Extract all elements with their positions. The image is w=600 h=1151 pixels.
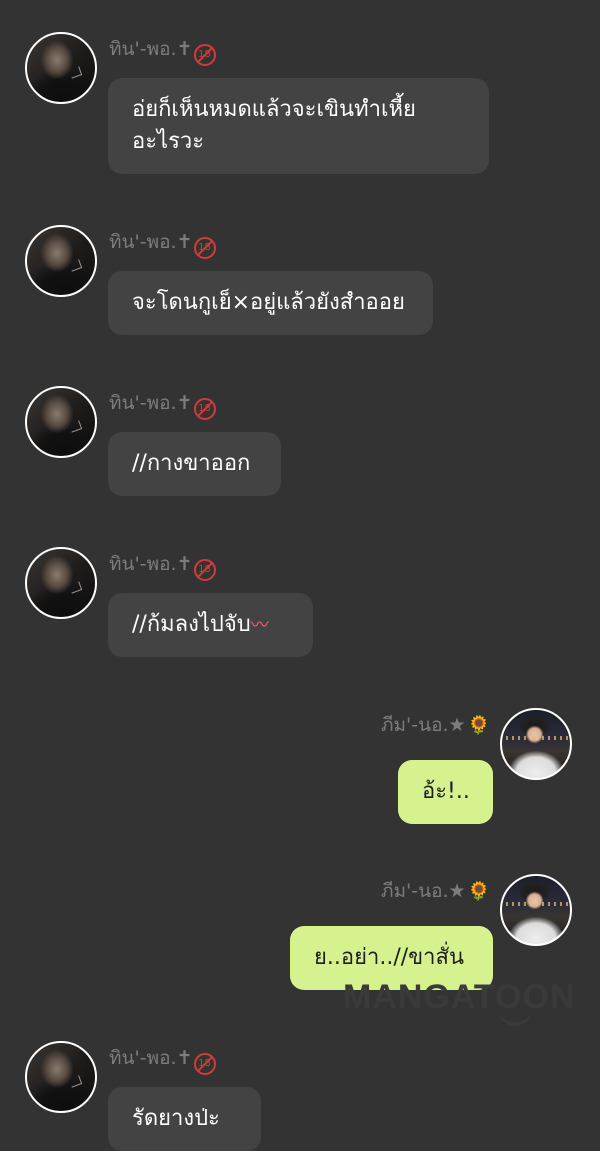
message-row: ทิน'-พอ.✝ 18 รัดยางป่ะ (0, 1041, 600, 1151)
message-row: ทิน'-พอ.✝ 18 อ่ยก็เห็นหมดแล้วจะเขินทำเหี้… (0, 32, 600, 182)
sender-name: ทิน'-พอ.✝ 18 (109, 34, 216, 66)
cross-icon: ✝ (176, 392, 193, 414)
sender-name: ภีม'-นอ.★ 🌻 (381, 876, 490, 906)
sunflower-icon: 🌻 (467, 881, 490, 902)
age-18-badge-icon: 18 (193, 237, 216, 259)
sender-name: ทิน'-พอ.✝ 18 (109, 227, 216, 259)
squiggle-emoji-icon: 〰 (250, 615, 269, 636)
sender-name-text: ภีม'-นอ. (380, 880, 449, 902)
watermark: MANGATOON (343, 978, 576, 1016)
message-bubble[interactable]: //กางขาออก (108, 432, 281, 496)
sender-name: ทิน'-พอ.✝ 18 (109, 1043, 216, 1075)
age-18-badge-icon: 18 (193, 559, 216, 581)
star-icon: ★ (448, 714, 466, 736)
avatar-dark-icon[interactable] (25, 225, 97, 297)
cross-icon: ✝ (176, 1047, 193, 1069)
cross-icon: ✝ (176, 231, 193, 253)
message-bubble[interactable]: //ก้มลงไปจับ〰 (108, 593, 313, 657)
message-bubble[interactable]: อ่ยก็เห็นหมดแล้วจะเขินทำเหี้ย อะไรวะ (108, 78, 489, 174)
message-text: //ก้มลงไปจับ (132, 612, 251, 637)
message-bubble[interactable]: อ้ะ!.. (398, 760, 493, 824)
sender-name-text: ภีม'-นอ. (380, 714, 449, 736)
age-18-badge-icon: 18 (193, 1053, 216, 1075)
avatar-dark-icon[interactable] (25, 32, 97, 104)
message-row: ภีม'-นอ.★ 🌻 ย..อย่า..//ขาสั่น (0, 874, 600, 994)
sender-name-text: ทิน'-พอ. (109, 231, 177, 253)
sender-name-text: ทิน'-พอ. (109, 38, 177, 60)
avatar-light-icon[interactable] (500, 874, 572, 946)
cross-icon: ✝ (176, 553, 193, 575)
sender-name-text: ทิน'-พอ. (109, 1047, 177, 1069)
sender-name: ทิน'-พอ.✝ 18 (109, 549, 216, 581)
message-row: ทิน'-พอ.✝ 18 //กางขาออก (0, 386, 600, 501)
sender-name-text: ทิน'-พอ. (109, 553, 177, 575)
avatar-dark-icon[interactable] (25, 547, 97, 619)
avatar-light-icon[interactable] (500, 708, 572, 780)
avatar-dark-icon[interactable] (25, 1041, 97, 1113)
message-bubble[interactable]: จะโดนกูเย็×อยู่แล้วยังสำออย (108, 271, 433, 335)
watermark-smile-icon (498, 1008, 532, 1026)
message-row: ภีม'-นอ.★ 🌻 อ้ะ!.. (0, 708, 600, 828)
cross-icon: ✝ (176, 38, 193, 60)
age-18-badge-icon: 18 (193, 398, 216, 420)
sender-name: ภีม'-นอ.★ 🌻 (381, 710, 490, 740)
avatar-dark-icon[interactable] (25, 386, 97, 458)
sender-name-text: ทิน'-พอ. (109, 392, 177, 414)
message-row: ทิน'-พอ.✝ 18 //ก้มลงไปจับ〰 (0, 547, 600, 662)
star-icon: ★ (448, 880, 466, 902)
sender-name: ทิน'-พอ.✝ 18 (109, 388, 216, 420)
message-row: ทิน'-พอ.✝ 18 จะโดนกูเย็×อยู่แล้วยังสำออย (0, 225, 600, 340)
sunflower-icon: 🌻 (467, 715, 490, 736)
chat-thread: ทิน'-พอ.✝ 18 อ่ยก็เห็นหมดแล้วจะเขินทำเหี้… (0, 0, 600, 1151)
age-18-badge-icon: 18 (193, 44, 216, 66)
message-bubble[interactable]: รัดยางป่ะ (108, 1087, 261, 1151)
